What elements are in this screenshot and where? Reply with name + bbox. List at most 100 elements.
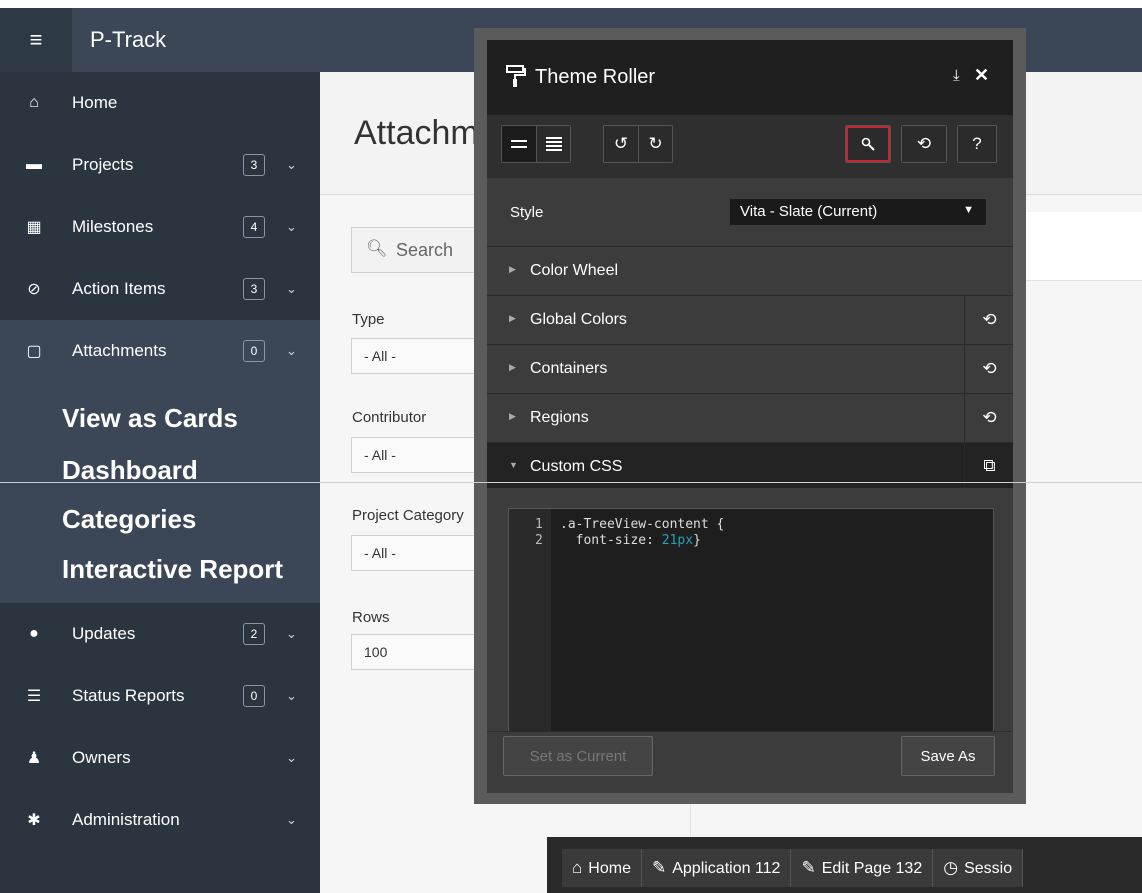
close-icon[interactable]: ✕ (974, 65, 989, 86)
top-strip (0, 0, 1142, 8)
comment-icon: ● (29, 625, 39, 642)
line-number: 1 (535, 517, 543, 532)
section-color-wheel[interactable]: ▶ Color Wheel (487, 246, 1013, 295)
chevron-down-icon[interactable]: ⌄ (286, 219, 297, 235)
style-select[interactable]: Vita - Slate (Current) ▼ (730, 199, 986, 225)
section-global-colors[interactable]: ▶ Global Colors ⟲ (487, 295, 1013, 344)
dev-home-label: Home (588, 860, 631, 877)
section-label: Global Colors (530, 311, 627, 328)
reset-section-icon[interactable]: ⟲ (964, 345, 1014, 393)
filter-label-rows: Rows (352, 609, 390, 626)
count-badge: 2 (243, 623, 265, 645)
sidebar-item-milestones[interactable]: ▦ Milestones 4 ⌄ (0, 196, 320, 258)
search-icon[interactable] (846, 126, 890, 162)
sidebar-item-label: Milestones (72, 217, 154, 236)
sidebar-item-owners[interactable]: ♟ Owners ⌄ (0, 727, 320, 789)
undo-redo-group: ↺ ↻ (603, 125, 673, 163)
chevron-down-icon[interactable]: ⌄ (286, 812, 297, 828)
theme-roller-header[interactable]: Theme Roller ⤓ ✕ (487, 40, 1013, 115)
reset-section-icon[interactable]: ⟲ (964, 296, 1014, 344)
submenu-item-view-as-cards[interactable]: View as Cards (62, 403, 238, 434)
file-icon: ▢ (26, 343, 42, 360)
search-icon: 🔍︎ (366, 239, 388, 258)
theme-roller-dialog: Theme Roller ⤓ ✕ ↺ ↻ ⟲ ? Style Vita - Sl… (487, 40, 1013, 793)
dev-edit-page-button[interactable]: ✎ Edit Page 132 (791, 849, 934, 887)
code-line: font-size: 21px} (560, 533, 701, 548)
count-badge: 0 (243, 340, 265, 362)
style-select-value: Vita - Slate (Current) (740, 203, 878, 220)
dev-session-label: Sessio (964, 860, 1013, 877)
code-line: .a-TreeView-content { (560, 517, 725, 532)
caret-right-icon: ▶ (509, 362, 516, 372)
set-as-current-button[interactable]: Set as Current (503, 736, 653, 776)
chevron-down-icon[interactable]: ⌄ (286, 157, 297, 173)
section-label: Custom CSS (530, 458, 623, 475)
edit-page-icon: ✎ (801, 858, 816, 877)
css-code-editor[interactable]: 1 .a-TreeView-content { 2 font-size: 21p… (508, 508, 994, 738)
dev-session-button[interactable]: ◷ Sessio (933, 849, 1024, 887)
sidebar-item-label: Owners (72, 748, 131, 767)
attachments-submenu: View as Cards Dashboard Categories Inter… (0, 381, 320, 603)
app-brand[interactable]: P-Track (90, 8, 166, 72)
dev-home-button[interactable]: ⌂ Home (562, 849, 642, 887)
help-icon[interactable]: ? (958, 126, 996, 162)
developer-toolbar-items: ⌂ Home ✎ Application 112 ✎ Edit Page 132 ◷ S… (562, 849, 1024, 887)
reset-button-group: ⟲ (901, 125, 947, 163)
dev-application-label: Application 112 (672, 860, 781, 877)
calendar-icon: ▦ (26, 219, 42, 236)
sidebar-item-label: Attachments (72, 341, 167, 360)
sidebar-item-projects[interactable]: ▬ Projects 3 ⌄ (0, 134, 320, 196)
user-icon: ♟ (26, 750, 42, 767)
filter-label-type: Type (352, 311, 385, 328)
sidebar-item-label: Administration (72, 810, 180, 829)
chevron-down-icon[interactable]: ⌄ (286, 281, 297, 297)
chevron-down-icon[interactable]: ⌄ (286, 626, 297, 642)
hamburger-menu-icon[interactable]: ≡ (0, 8, 72, 72)
undo-icon[interactable]: ↺ (604, 126, 638, 162)
section-regions[interactable]: ▶ Regions ⟲ (487, 393, 1013, 442)
dock-icon[interactable]: ⤓ (953, 67, 960, 84)
chevron-down-icon[interactable]: ⌄ (286, 688, 297, 704)
sidebar-item-label: Status Reports (72, 686, 185, 705)
chevron-down-icon[interactable]: ⌄ (286, 343, 297, 359)
sidebar-item-updates[interactable]: ● Updates 2 ⌄ (0, 603, 320, 665)
simple-view-icon[interactable] (502, 126, 536, 162)
sidebar-item-administration[interactable]: ✱ Administration ⌄ (0, 789, 320, 851)
reset-section-icon[interactable]: ⟲ (964, 394, 1014, 442)
line-gutter (509, 509, 551, 737)
caret-down-icon: ▼ (509, 460, 518, 470)
sidebar-item-home[interactable]: ⌂ Home (0, 72, 320, 134)
count-badge: 4 (243, 216, 265, 238)
reset-icon[interactable]: ⟲ (902, 126, 946, 162)
paint-roller-icon (505, 64, 527, 93)
detailed-view-icon[interactable] (536, 126, 570, 162)
caret-down-icon: ▼ (963, 204, 974, 216)
archive-icon: ▬ (26, 156, 42, 173)
save-as-button[interactable]: Save As (901, 736, 995, 776)
guide-line (0, 482, 1142, 483)
chevron-down-icon[interactable]: ⌄ (286, 750, 297, 766)
theme-roller-toolbar: ↺ ↻ ⟲ ? (487, 115, 1013, 178)
sidebar-item-attachments[interactable]: ▢ Attachments 0 ⌄ (0, 320, 320, 382)
line-number: 2 (535, 533, 543, 548)
dev-application-button[interactable]: ✎ Application 112 (642, 849, 792, 887)
redo-icon[interactable]: ↻ (638, 126, 672, 162)
submenu-item-interactive-report[interactable]: Interactive Report (62, 554, 283, 585)
submenu-item-categories[interactable]: Categories (62, 504, 196, 535)
code-number: 21px (661, 533, 694, 548)
developer-toolbar: ⌂ Home ✎ Application 112 ✎ Edit Page 132 ◷ S… (547, 837, 1142, 893)
sidebar-item-status-reports[interactable]: ☰ Status Reports 0 ⌄ (0, 665, 320, 727)
custom-css-panel: 1 .a-TreeView-content { 2 font-size: 21p… (487, 488, 1013, 738)
caret-right-icon: ▶ (509, 411, 516, 421)
page-title: Attachm (354, 114, 479, 152)
sidebar-item-action-items[interactable]: ⊘ Action Items 3 ⌄ (0, 258, 320, 320)
clock-icon: ◷ (943, 858, 959, 877)
theme-roller-title: Theme Roller (535, 66, 656, 88)
style-row: Style Vita - Slate (Current) ▼ (487, 178, 1013, 246)
sidebar-item-label: Projects (72, 155, 134, 174)
section-label: Containers (530, 360, 608, 377)
search-button-group (845, 125, 891, 163)
count-badge: 0 (243, 685, 265, 707)
section-containers[interactable]: ▶ Containers ⟲ (487, 344, 1013, 393)
caret-right-icon: ▶ (509, 313, 516, 323)
